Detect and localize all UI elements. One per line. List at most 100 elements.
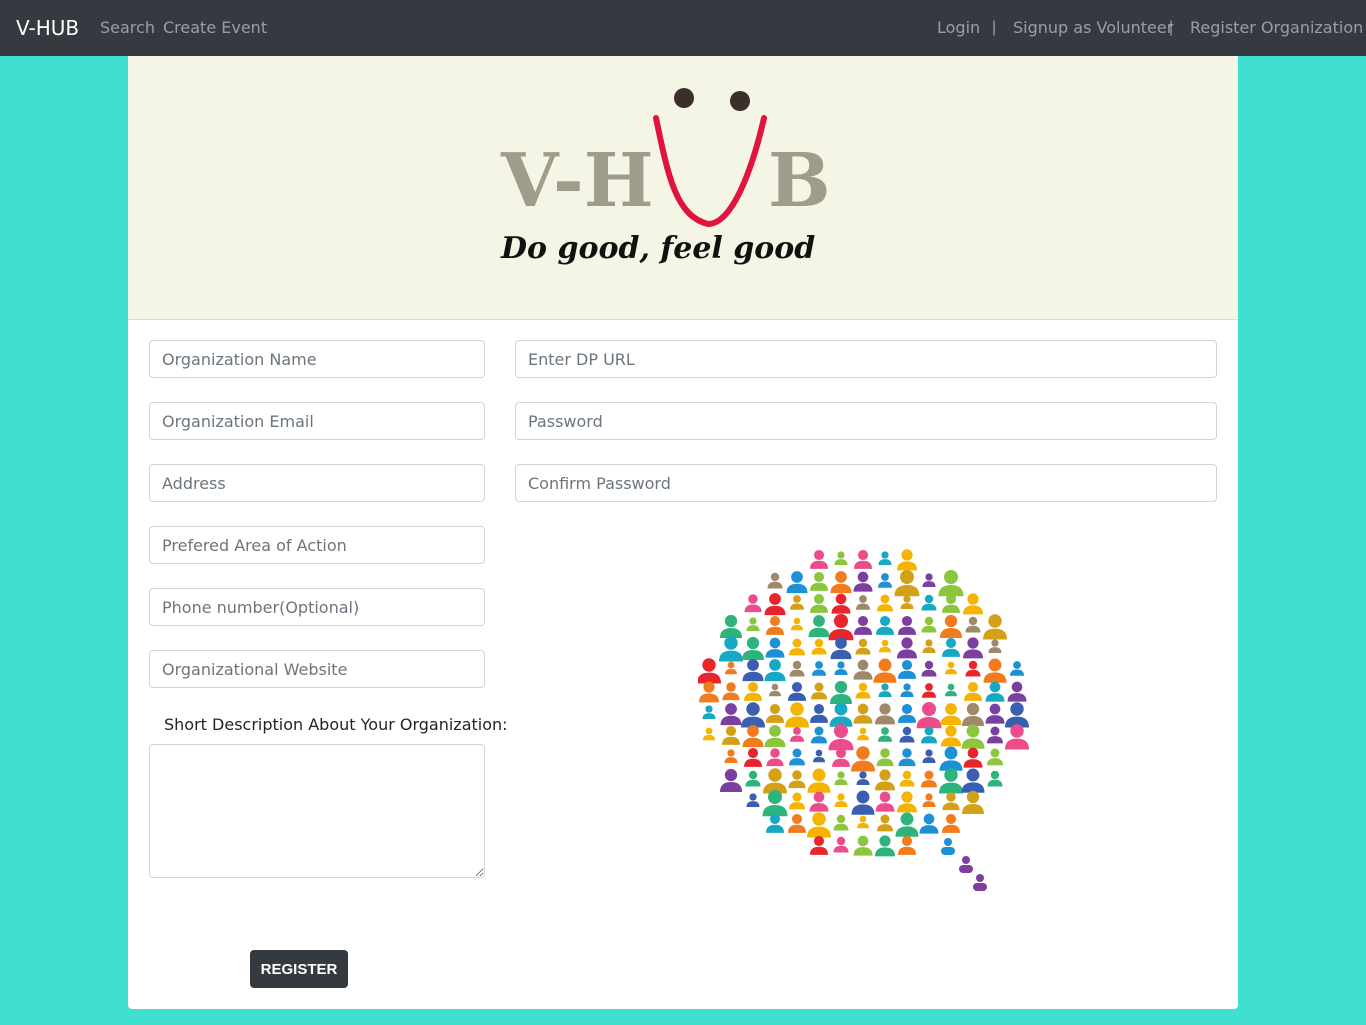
person-icon [898,703,916,723]
header-banner: V-H B Do good, feel good [128,56,1238,320]
person-icon [941,725,961,747]
logo-smile-icon [653,115,767,228]
person-icon [853,571,873,592]
logo-tagline: Do good, feel good [500,231,815,266]
person-icon [963,637,983,659]
person-icon [811,682,827,700]
person-icon [834,771,848,786]
person-icon [810,571,828,591]
organization-name-input[interactable] [149,340,485,378]
person-icon [921,616,937,633]
nav-create-event-link[interactable]: Create Event [163,18,267,38]
person-icon [878,573,892,588]
person-icon [898,615,916,635]
person-icon [764,725,786,748]
nav-register-organization-link[interactable]: Register Organization [1190,18,1363,38]
address-input[interactable] [149,464,485,502]
person-icon [855,682,871,699]
person-icon [742,725,764,748]
person-icon [921,594,937,611]
person-icon [703,727,715,741]
person-icon [877,814,893,832]
person-icon [938,570,964,597]
person-icon [833,814,849,831]
person-icon [722,682,740,701]
person-icon [878,551,892,566]
confirm-password-input[interactable] [515,464,1217,502]
person-icon [834,551,848,566]
person-icon [699,681,719,703]
person-icon [939,746,963,771]
registration-card: Short Description About Your Organizatio… [128,320,1238,1009]
person-icon [940,614,962,638]
nav-signup-volunteer-link[interactable]: Signup as Volunteer [1013,18,1173,38]
person-icon [973,874,987,891]
person-icon [810,703,828,723]
person-icon [828,614,854,641]
person-icon [745,770,761,787]
person-icon [746,617,760,632]
description-textarea[interactable] [149,744,485,878]
nav-search-link[interactable]: Search [100,18,155,38]
person-icon [897,549,917,571]
person-icon [698,658,721,684]
nav-login-link[interactable]: Login [937,18,980,38]
person-icon [766,813,784,833]
person-icon [854,615,872,635]
person-icon [830,637,852,660]
person-icon [724,749,738,764]
person-icon [791,617,803,631]
brand-link[interactable]: V-HUB [16,15,79,41]
person-icon [832,747,850,767]
person-icon [922,639,936,654]
person-icon [853,835,873,856]
top-navbar: V-HUB Search Create Event Login | Signup… [0,0,1366,56]
person-icon [898,659,916,679]
person-icon [720,703,742,726]
person-icon [765,637,785,658]
person-icon [766,615,784,635]
person-icon [899,770,915,787]
person-icon [833,836,849,853]
person-icon [812,661,826,676]
person-icon [788,681,806,701]
person-icon [857,815,869,829]
person-icon [898,835,916,855]
nav-separator: | [992,19,997,36]
password-input[interactable] [515,402,1217,440]
register-button[interactable]: REGISTER [250,950,348,988]
person-icon [831,593,851,614]
person-icon [1010,661,1024,676]
person-icon [897,791,917,813]
person-icon [811,726,827,744]
person-icon [720,768,742,792]
person-icon [878,727,892,742]
person-icon [813,749,825,763]
person-icon [941,838,955,855]
person-icon [1005,724,1029,750]
area-of-action-input[interactable] [149,526,485,564]
person-icon [964,681,982,701]
person-icon [894,570,920,597]
person-icon [829,702,853,727]
organization-website-input[interactable] [149,650,485,688]
phone-number-input[interactable] [149,588,485,626]
person-icon [788,770,806,789]
person-icon [811,638,827,655]
person-icon [830,571,852,594]
person-icon [810,593,828,613]
person-icon [851,790,875,815]
person-icon [763,768,787,794]
dp-url-input[interactable] [515,340,1217,378]
person-icon [788,813,806,833]
person-icon [876,748,894,767]
person-icon [769,683,781,697]
person-icon [945,661,957,675]
person-icon [945,683,957,697]
person-icon [809,791,829,812]
person-icon [897,637,917,659]
person-icon [856,595,870,610]
person-icon [1007,681,1027,702]
person-icon [963,593,983,615]
organization-email-input[interactable] [149,402,485,440]
